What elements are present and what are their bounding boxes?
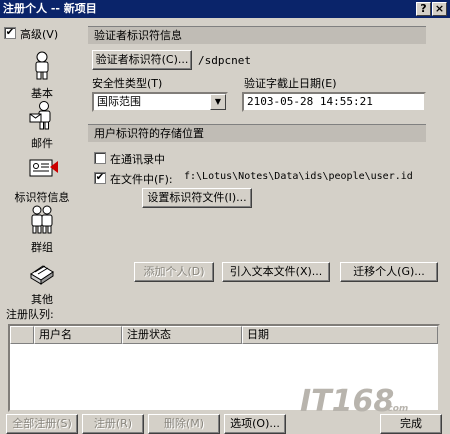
delete-button[interactable]: 删除(M): [148, 414, 220, 434]
register-button[interactable]: 注册(R): [82, 414, 144, 434]
migrate-person-button[interactable]: 迁移个人(G)...: [340, 262, 438, 282]
in-file-checkbox[interactable]: ✔: [94, 172, 106, 184]
security-type-label: 安全性类型(T): [92, 77, 163, 90]
certifier-id-button[interactable]: 验证者标识符(C)...: [92, 50, 192, 70]
register-all-button[interactable]: 全部注册(S): [6, 414, 78, 434]
active-marker-icon: [50, 161, 58, 173]
person-icon: [35, 51, 49, 80]
sidebar-item-other[interactable]: 其他: [0, 256, 84, 307]
queue-label: 注册队列:: [6, 308, 54, 321]
main-panel: 验证者标识符信息 验证者标识符(C)... /sdpcnet 安全性类型(T) …: [88, 22, 448, 320]
sidebar-item-id-info[interactable]: 标识符信息: [0, 154, 84, 205]
column-label: 日期: [247, 328, 269, 341]
import-text-file-button[interactable]: 引入文本文件(X)...: [222, 262, 330, 282]
other-icon: [30, 265, 54, 285]
section-storage: 用户标识符的存储位置: [88, 124, 426, 142]
close-button[interactable]: ×: [432, 2, 447, 16]
title-bar: 注册个人 -- 新项目: [0, 0, 450, 18]
security-type-select[interactable]: 国际范围 ▼: [92, 92, 228, 112]
group-icon: [31, 205, 53, 234]
options-button[interactable]: 选项(O)...: [224, 414, 286, 434]
set-id-file-button[interactable]: 设置标识符文件(I)...: [142, 188, 252, 208]
column-label: 注册状态: [127, 328, 171, 341]
sidebar: ✔ 高级(V) 基本 邮件 标识符信息 群组 其他: [0, 18, 84, 318]
sidebar-item-mail[interactable]: 邮件: [0, 100, 84, 151]
certifier-value: /sdpcnet: [198, 54, 251, 67]
sidebar-item-label: 邮件: [31, 137, 53, 150]
sidebar-item-group[interactable]: 群组: [0, 204, 84, 255]
mail-person-icon: [29, 101, 51, 130]
sidebar-item-label: 标识符信息: [14, 191, 70, 204]
watermark-suffix: .com: [384, 404, 409, 414]
queue-column-username[interactable]: 用户名: [34, 326, 122, 344]
in-file-label: 在文件中(F):: [110, 173, 173, 186]
column-label: 用户名: [39, 328, 72, 341]
expiry-label: 验证字截止日期(E): [244, 77, 337, 90]
chevron-down-icon[interactable]: ▼: [210, 94, 226, 110]
id-file-path: f:\Lotus\Notes\Data\ids\people\user.id: [184, 171, 413, 182]
queue-column-date[interactable]: 日期: [242, 326, 438, 344]
queue-column-status-icon[interactable]: [10, 326, 34, 344]
add-person-button[interactable]: 添加个人(D): [134, 262, 214, 282]
expiry-date-field[interactable]: 2103-05-28 14:55:21: [242, 92, 426, 112]
sidebar-item-basic[interactable]: 基本: [0, 50, 84, 101]
help-button[interactable]: ?: [416, 2, 431, 16]
in-directory-label: 在通讯录中: [110, 153, 165, 166]
queue-column-status[interactable]: 注册状态: [122, 326, 242, 344]
sidebar-item-label: 群组: [31, 241, 53, 254]
window-title: 注册个人 -- 新项目: [3, 2, 97, 15]
in-directory-checkbox[interactable]: [94, 152, 106, 164]
done-button[interactable]: 完成: [380, 414, 442, 434]
section-certifier: 验证者标识符信息: [88, 26, 426, 44]
security-type-value: 国际范围: [97, 95, 141, 108]
advanced-checkbox[interactable]: ✔: [4, 27, 16, 39]
sidebar-item-label: 基本: [31, 87, 53, 100]
advanced-label: 高级(V): [20, 28, 59, 41]
sidebar-item-label: 其他: [31, 293, 53, 306]
advanced-toggle[interactable]: ✔ 高级(V): [4, 26, 84, 41]
